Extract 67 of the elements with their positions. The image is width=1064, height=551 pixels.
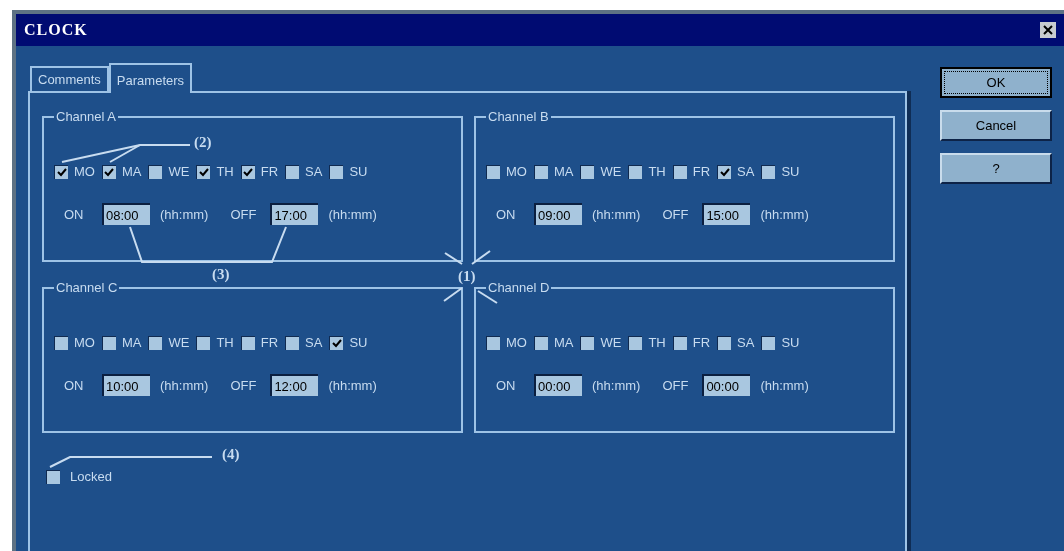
day-label: SA: [737, 164, 755, 179]
day-label: SA: [737, 335, 755, 350]
day-label: SU: [349, 335, 368, 350]
day-label: WE: [600, 335, 622, 350]
on-label: ON: [64, 377, 85, 393]
day-label: WE: [168, 335, 190, 350]
day-label: MO: [74, 164, 95, 179]
off-time-field[interactable]: 17:00: [270, 203, 319, 225]
day-label: TH: [216, 335, 234, 350]
day-label: TH: [648, 335, 666, 350]
unit-label: (hh:mm): [328, 206, 377, 222]
unit-label: (hh:mm): [760, 206, 809, 222]
day-label: TH: [216, 164, 234, 179]
on-label: ON: [64, 206, 85, 222]
day-label: MO: [74, 335, 95, 350]
day-label: SU: [781, 335, 800, 350]
off-time-field[interactable]: 12:00: [270, 374, 319, 396]
day-label: WE: [600, 164, 622, 179]
day-label: MA: [553, 164, 574, 179]
callout-label: (2): [194, 134, 212, 151]
day-label: SA: [305, 335, 323, 350]
off-time-field[interactable]: 15:00: [702, 203, 751, 225]
unit-label: (hh:mm): [592, 377, 641, 393]
day-label: FR: [692, 335, 711, 350]
on-label: ON: [496, 377, 517, 393]
dialog-button[interactable]: Cancel: [940, 110, 1052, 141]
day-label: WE: [168, 164, 190, 179]
unit-label: (hh:mm): [592, 206, 641, 222]
on-time-field[interactable]: 08:00: [102, 203, 150, 225]
day-label: SA: [305, 164, 323, 179]
unit-label: (hh:mm): [160, 206, 209, 222]
tab[interactable]: Parameters: [108, 63, 193, 93]
day-label: MA: [553, 335, 574, 350]
unit-label: (hh:mm): [760, 377, 809, 393]
group-title: Channel D: [487, 280, 551, 295]
day-label: TH: [648, 164, 666, 179]
unit-label: (hh:mm): [160, 377, 209, 393]
unit-label: (hh:mm): [328, 377, 377, 393]
day-label: SU: [349, 164, 368, 179]
on-label: ON: [496, 206, 517, 222]
off-label: OFF: [662, 206, 690, 222]
on-time-field[interactable]: 10:00: [102, 374, 150, 396]
group-title: Channel A: [55, 109, 117, 124]
off-label: OFF: [230, 206, 258, 222]
day-label: FR: [260, 164, 279, 179]
callout-label: (4): [222, 446, 240, 463]
group-title: Channel C: [55, 280, 119, 295]
callout-label: (1): [458, 268, 476, 285]
off-label: OFF: [662, 377, 690, 393]
on-time-field[interactable]: 09:00: [534, 203, 582, 225]
dialog-button[interactable]: ?: [940, 153, 1052, 184]
day-label: FR: [692, 164, 711, 179]
tab[interactable]: Comments: [30, 66, 109, 91]
locked-label: Locked: [70, 469, 112, 484]
group-title: Channel B: [487, 109, 550, 124]
day-label: FR: [260, 335, 279, 350]
off-label: OFF: [230, 377, 258, 393]
day-label: SU: [781, 164, 800, 179]
callout-label: (3): [212, 266, 230, 283]
day-label: MA: [121, 164, 142, 179]
dialog-button[interactable]: OK: [940, 67, 1052, 98]
off-time-field[interactable]: 00:00: [702, 374, 751, 396]
on-time-field[interactable]: 00:00: [534, 374, 582, 396]
day-label: MA: [121, 335, 142, 350]
day-label: MO: [506, 335, 527, 350]
window-title: CLOCK: [24, 21, 88, 39]
day-label: MO: [506, 164, 527, 179]
